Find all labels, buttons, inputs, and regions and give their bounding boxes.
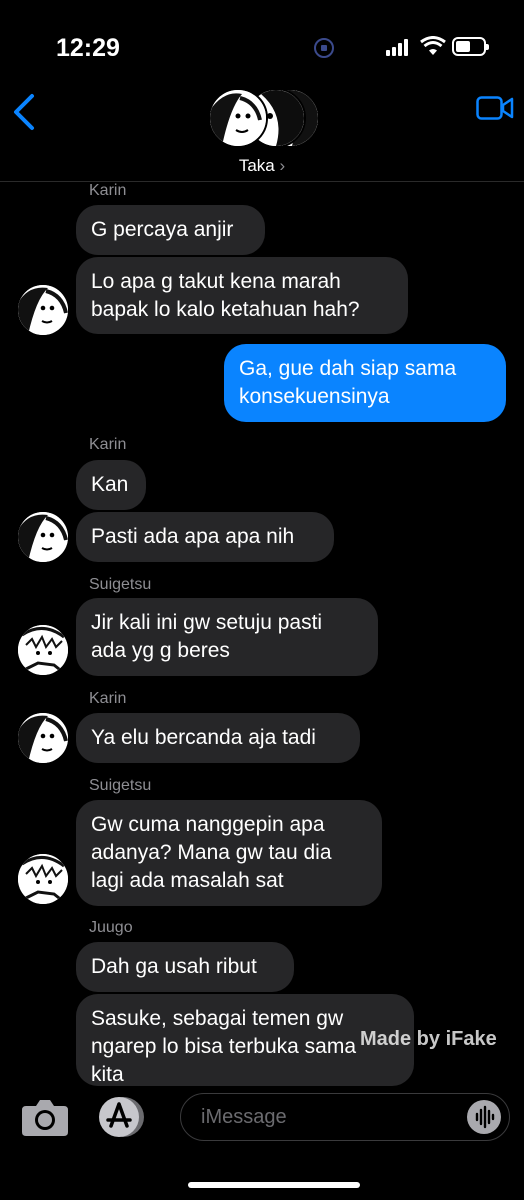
wifi-icon: [420, 36, 446, 55]
message-bubble-incoming[interactable]: Jir kali ini gw setuju pasti ada yg g be…: [76, 598, 378, 676]
back-chevron-icon[interactable]: [10, 92, 40, 132]
message-bubble-incoming[interactable]: Pasti ada apa apa nih: [76, 512, 334, 562]
member-avatar: [208, 88, 268, 148]
message-bubble-incoming[interactable]: Dah ga usah ribut: [76, 942, 294, 992]
video-camera-icon[interactable]: [476, 96, 514, 120]
sender-name: Juugo: [89, 919, 133, 936]
message-bubble-incoming[interactable]: Kan: [76, 460, 146, 510]
battery-icon: [452, 37, 489, 56]
avatar-suigetsu[interactable]: [18, 625, 68, 675]
chevron-right-icon: ›: [279, 156, 286, 175]
message-bubble-incoming[interactable]: Lo apa g takut kena marah bapak lo kalo …: [76, 257, 408, 334]
avatar-karin[interactable]: [18, 512, 68, 562]
cellular-signal-icon: [386, 38, 412, 56]
home-indicator[interactable]: [188, 1182, 360, 1188]
message-bubble-outgoing[interactable]: Ga, gue dah siap sama konsekuensinya: [224, 344, 506, 422]
header-divider: [0, 181, 524, 182]
sender-name: Suigetsu: [89, 576, 152, 593]
status-time: 12:29: [56, 34, 120, 62]
camera-icon[interactable]: [22, 1098, 68, 1136]
sender-name: Suigetsu: [89, 777, 152, 794]
group-name-label: Taka: [238, 156, 275, 175]
message-bubble-incoming[interactable]: G percaya anjir: [76, 205, 265, 255]
audio-waveform-icon[interactable]: [467, 1100, 501, 1134]
watermark: Made by iFake: [360, 1028, 497, 1050]
avatar-suigetsu[interactable]: [18, 854, 68, 904]
app-store-icon[interactable]: [98, 1096, 144, 1138]
message-bubble-incoming[interactable]: Gw cuma nanggepin apa adanya? Mana gw ta…: [76, 800, 382, 906]
status-bar: 12:29: [0, 0, 524, 90]
avatar-karin[interactable]: [18, 285, 68, 335]
avatar-karin[interactable]: [18, 713, 68, 763]
sender-name: Karin: [89, 436, 127, 453]
message-bubble-incoming[interactable]: Ya elu bercanda aja tadi: [76, 713, 360, 763]
group-avatar[interactable]: [208, 86, 320, 148]
sender-name: Karin: [89, 182, 127, 199]
group-name[interactable]: Taka ›: [0, 156, 524, 176]
sender-name: Karin: [89, 690, 127, 707]
message-input[interactable]: iMessage: [180, 1093, 510, 1141]
message-input-placeholder: iMessage: [201, 1106, 287, 1128]
focus-mode-icon: [314, 38, 334, 58]
